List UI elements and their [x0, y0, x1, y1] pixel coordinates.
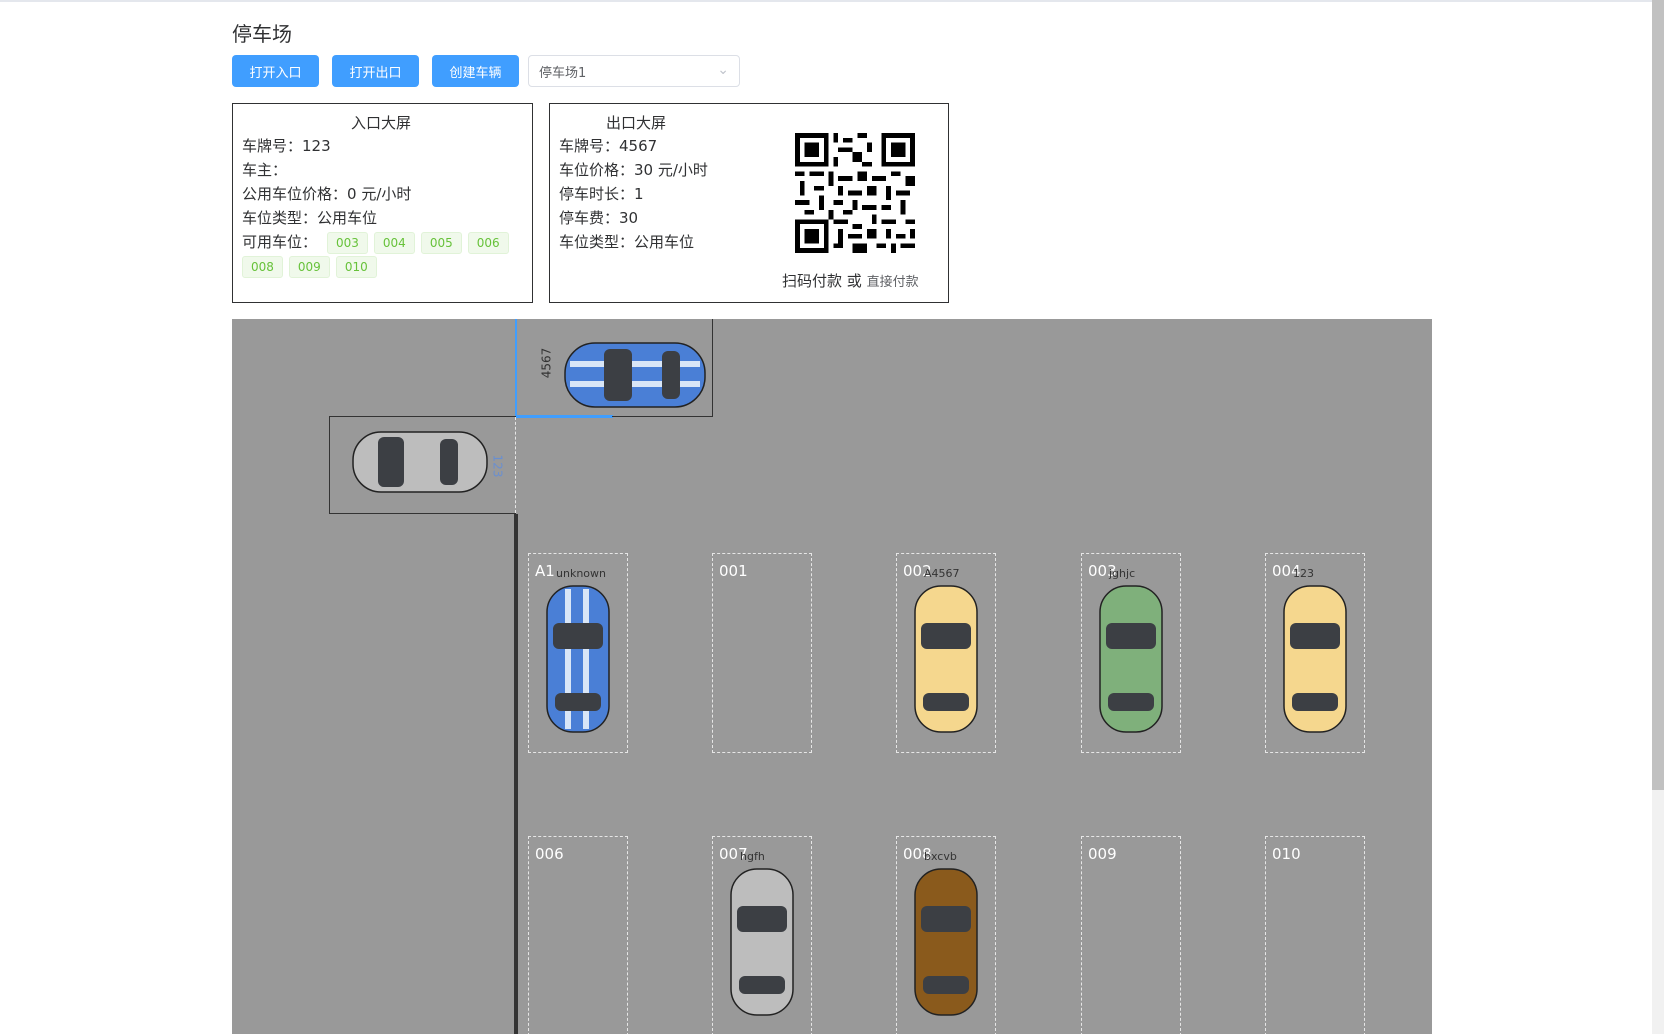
entrance-screen: 入口大屏 车牌号：123 车主： 公用车位价格：0 元/小时 车位类型：公用车位…	[232, 103, 533, 303]
exit-car-plate: 4567	[539, 347, 554, 379]
available-spot-tag: 008	[242, 256, 283, 278]
exit-screen: 出口大屏 车牌号：4567 车位价格：30 元/小时 停车时长：1 停车费：30…	[549, 103, 949, 303]
plate-label: 车牌号：	[559, 137, 620, 155]
create-vehicle-button[interactable]: 创建车辆	[432, 55, 519, 87]
payment-hint: 扫码付款 或 直接付款	[782, 270, 919, 291]
divider-wall	[514, 514, 518, 1034]
spot-id: A1	[535, 562, 555, 580]
parked-car-plate: A4567	[924, 567, 960, 580]
parked-car-plate: unknown	[556, 567, 606, 580]
parking-spot[interactable]: 010	[1265, 836, 1365, 1034]
price-value: 30 元/小时	[634, 161, 708, 179]
available-spots-label: 可用车位：	[242, 233, 318, 251]
exit-plate-row: 车牌号：4567	[559, 135, 657, 156]
type-value: 公用车位	[317, 209, 378, 227]
type-label: 车位类型：	[242, 209, 318, 227]
parked-car-plate: bxcvb	[924, 850, 957, 863]
entrance-gate-left	[329, 416, 330, 514]
parked-car-plate: jghjc	[1109, 567, 1136, 580]
open-entrance-button[interactable]: 打开入口	[232, 55, 319, 87]
spot-id: 001	[719, 562, 748, 580]
plate-value: 123	[302, 137, 331, 155]
page-title: 停车场	[232, 22, 292, 46]
available-spot-tag: 010	[335, 256, 377, 278]
available-spot-tag: 005	[420, 232, 462, 254]
entrance-plate-row: 车牌号：123	[242, 135, 331, 156]
duration-value: 1	[634, 185, 644, 203]
parking-lot-map: 4567 123 A1 unknown 001 002 A4567 003 jghjc 004…	[232, 319, 1432, 1034]
parked-car-icon	[1283, 585, 1347, 733]
exit-duration-row: 停车时长：1	[559, 183, 644, 204]
parked-car-icon	[1099, 585, 1163, 733]
exit-price-row: 车位价格：30 元/小时	[559, 159, 708, 180]
parked-car-icon	[914, 868, 978, 1016]
owner-label: 车主：	[242, 161, 288, 179]
parking-spot[interactable]: 006	[528, 836, 628, 1034]
lot-select[interactable]: 停车场1 ⌄	[528, 55, 740, 87]
available-spot-tag: 004	[373, 232, 415, 254]
available-spots-line1: 003 004 005 006	[327, 232, 515, 254]
exit-gate-left	[515, 319, 517, 417]
parked-car-icon	[730, 868, 794, 1016]
entrance-owner-row: 车主：	[242, 159, 287, 180]
available-spot-tag: 009	[288, 256, 330, 278]
lot-select-value: 停车场1	[539, 65, 587, 81]
parked-car-icon	[914, 585, 978, 733]
open-exit-button[interactable]: 打开出口	[332, 55, 419, 87]
entrance-car-icon	[352, 431, 488, 493]
available-spots-line2: 008 009 010	[242, 256, 383, 278]
entrance-gate-barrier	[515, 417, 516, 513]
scrollbar-thumb[interactable]	[1652, 0, 1664, 790]
type-value: 公用车位	[634, 233, 695, 251]
plate-value: 4567	[619, 137, 658, 155]
entrance-type-row: 车位类型：公用车位	[242, 207, 377, 228]
pay-direct-link[interactable]: 直接付款	[867, 275, 919, 290]
entrance-price-row: 公用车位价格：0 元/小时	[242, 183, 411, 204]
available-spot-tag: 006	[467, 232, 509, 254]
spot-id: 010	[1272, 845, 1301, 863]
exit-fee-row: 停车费：30	[559, 207, 638, 228]
entrance-gate-bottom	[329, 513, 516, 514]
spot-id: 006	[535, 845, 564, 863]
entrance-car-plate: 123	[490, 454, 505, 478]
entrance-screen-title: 入口大屏	[351, 114, 412, 132]
parked-car-icon	[546, 585, 610, 733]
parked-car-plate: hgfh	[740, 850, 765, 863]
available-spot-tag: 003	[327, 232, 368, 254]
plate-label: 车牌号：	[242, 137, 303, 155]
exit-car-icon	[564, 342, 706, 408]
price-label: 公用车位价格：	[242, 185, 348, 203]
spot-id: 009	[1088, 845, 1117, 863]
price-label: 车位价格：	[559, 161, 635, 179]
parking-spot[interactable]: 001	[712, 553, 812, 753]
fee-value: 30	[619, 209, 639, 227]
exit-gate-barrier	[515, 415, 613, 418]
duration-label: 停车时长：	[559, 185, 635, 203]
exit-type-row: 车位类型：公用车位	[559, 231, 694, 252]
exit-screen-title: 出口大屏	[606, 114, 667, 132]
payment-qr-code	[795, 133, 915, 253]
price-value: 0 元/小时	[347, 185, 412, 203]
fee-label: 停车费：	[559, 209, 620, 227]
chevron-down-icon: ⌄	[717, 62, 729, 78]
type-label: 车位类型：	[559, 233, 635, 251]
parking-spot[interactable]: 009	[1081, 836, 1181, 1034]
pay-scan-text: 扫码付款 或	[782, 272, 862, 290]
parked-car-plate: 123	[1293, 567, 1314, 580]
exit-gate-right	[712, 319, 713, 417]
top-border	[0, 0, 1652, 2]
exit-gate-bottom	[612, 416, 713, 417]
entrance-gate-top	[329, 416, 516, 417]
